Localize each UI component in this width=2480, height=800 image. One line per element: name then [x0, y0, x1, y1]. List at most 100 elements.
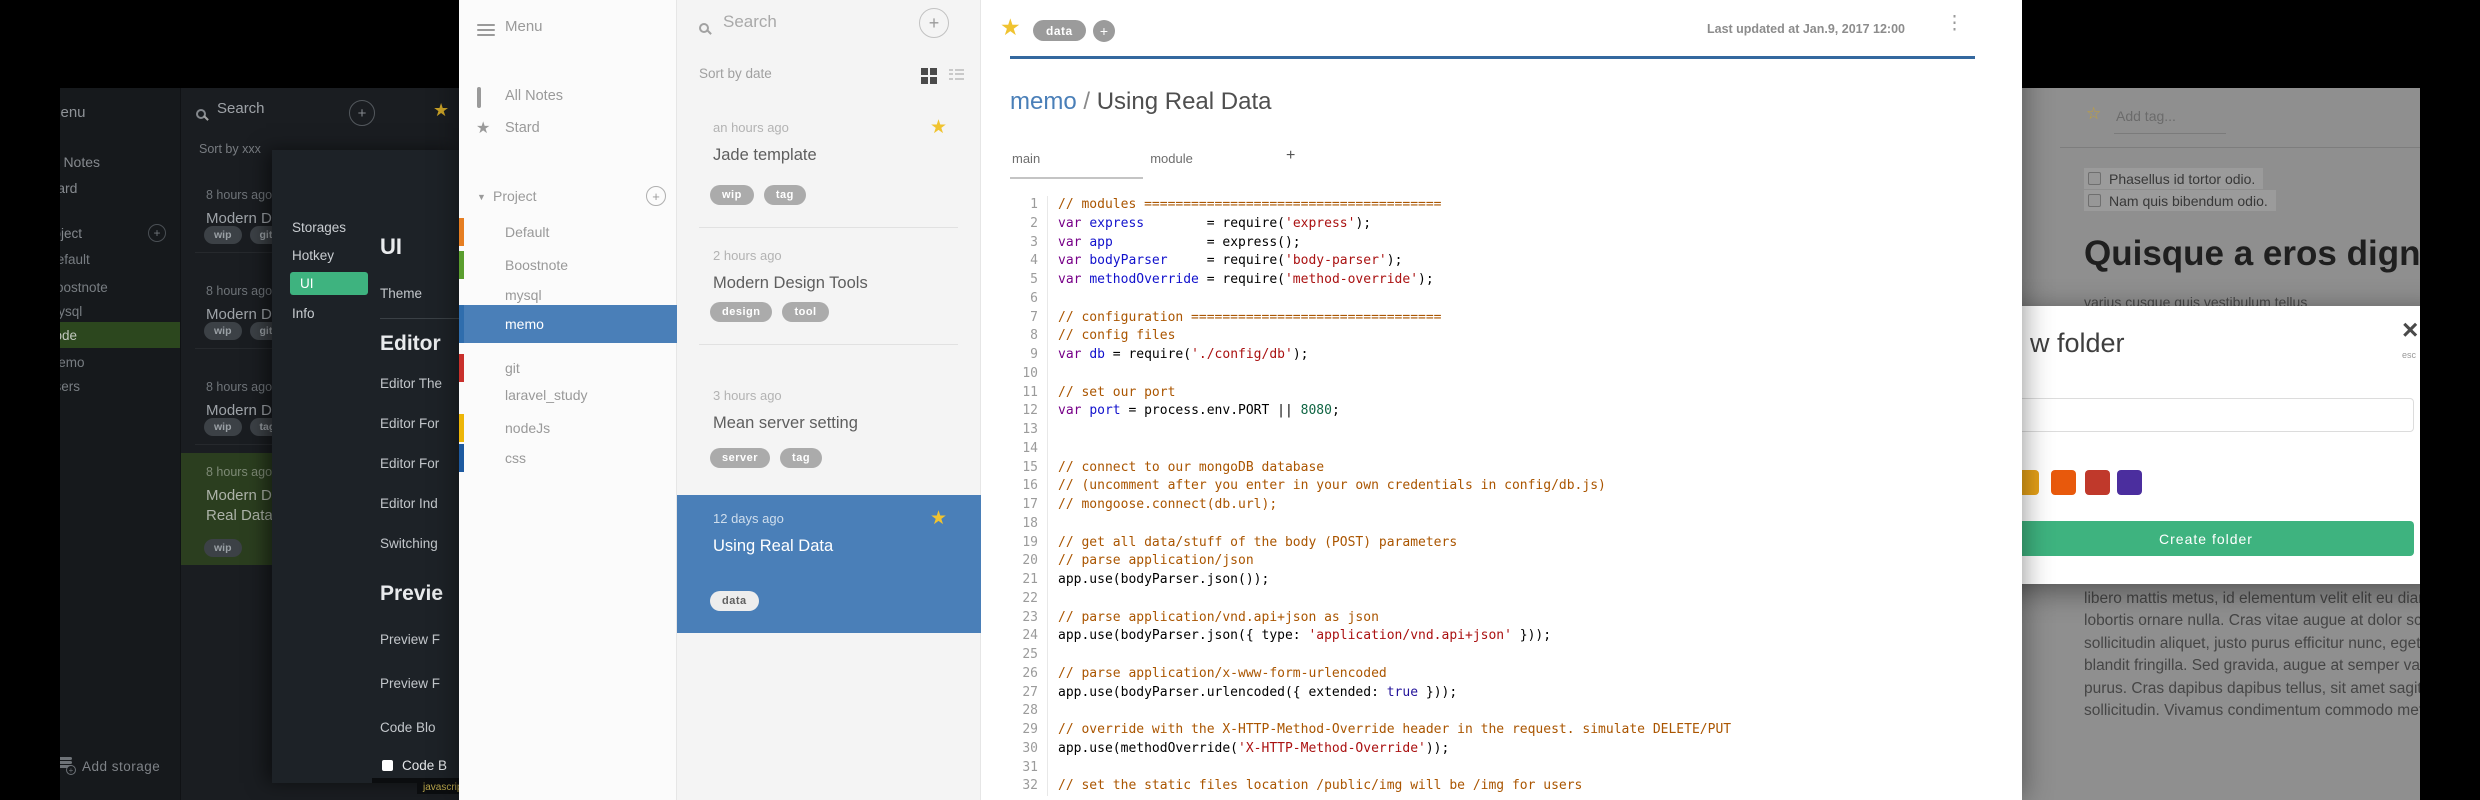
project-group-label[interactable]: Project [493, 188, 537, 204]
settings-row: Editor Ind [380, 496, 438, 511]
list-view-icon[interactable] [949, 66, 964, 82]
menu-icon[interactable] [477, 21, 495, 39]
code-token: 'express' [1285, 215, 1356, 231]
code-line: 23 // parse application/vnd.api+json as j… [1010, 608, 2000, 628]
todo-item[interactable]: Phasellus id tortor odio. [2084, 168, 2264, 189]
tag-pill[interactable]: wip [204, 226, 242, 244]
sidebar-folder-nodeJs[interactable]: nodeJs [459, 414, 677, 442]
add-note-button[interactable]: + [919, 8, 949, 38]
add-folder-button[interactable]: + [646, 186, 666, 206]
sidebar-folder-memo[interactable]: memo [459, 305, 677, 343]
create-folder-button[interactable]: Create folder [1998, 521, 2414, 556]
tag-pill[interactable]: design [710, 302, 773, 322]
tag-pill[interactable]: tag [780, 448, 823, 468]
code-token: = require( [1144, 215, 1285, 231]
add-tag-input[interactable]: Add tag... [2116, 108, 2176, 124]
add-storage-label[interactable]: Add storage [82, 759, 160, 774]
folder-color-swatch[interactable] [2117, 470, 2142, 495]
checkbox-icon[interactable] [382, 760, 393, 771]
dark-editor-star-icon[interactable]: ★ [433, 100, 449, 121]
todo-item[interactable]: Nam quis bibendum odio. [2084, 190, 2276, 211]
settings-row: Code Blo [380, 720, 436, 735]
tag-pill[interactable]: server [710, 448, 771, 468]
note-list-item[interactable]: 2 hours ago Modern Design Tools design tool [677, 232, 981, 344]
folder-label: Default [505, 224, 550, 240]
note-list-item[interactable]: 3 hours ago Mean server setting server tag [677, 372, 981, 490]
search-icon [699, 20, 709, 38]
tab-main[interactable]: main [1010, 151, 1143, 179]
folder-name-input[interactable] [1998, 398, 2414, 432]
settings-panel: Storages Hotkey UI Info UI Theme Editor Edi… [272, 150, 469, 794]
tag-pill[interactable]: wip [710, 185, 754, 205]
add-tab-button[interactable]: + [1286, 147, 1295, 165]
note-list-panel: Search + Sort by date an hours ago ★ Jade … [677, 0, 981, 800]
line-number: 6 [1010, 289, 1048, 309]
folder-color-swatch[interactable] [2051, 470, 2076, 495]
kebab-menu-icon[interactable]: ⋮ [1945, 14, 1964, 33]
note-item-star-icon[interactable]: ★ [930, 116, 947, 139]
code-text: // parse application/x-www-form-urlencod… [1048, 665, 1387, 684]
tag-pill[interactable]: tag [763, 185, 806, 205]
note-item-tags: data [710, 591, 759, 611]
note-list-item[interactable]: an hours ago ★ Jade template wip tag [677, 104, 981, 227]
code-text: // override with the X-HTTP-Method-Overr… [1048, 721, 1731, 740]
code-token: 'method-override' [1284, 272, 1419, 287]
dark-search-input[interactable]: Search [217, 100, 265, 117]
line-number: 9 [1010, 346, 1048, 365]
settings-code-checkbox[interactable]: Code B [382, 758, 447, 773]
sidebar-folder-laravel_study[interactable]: laravel_study [459, 381, 677, 409]
add-tag-button[interactable]: + [1093, 20, 1115, 42]
sidebar-item-starred[interactable]: Stard [505, 120, 540, 136]
line-number: 12 [1010, 402, 1048, 421]
dark-add-note-button[interactable]: + [349, 100, 375, 126]
grid-view-icon[interactable] [921, 68, 937, 84]
tag-pill[interactable]: wip [204, 418, 242, 436]
paragraph-line: sollicitudin aliquet, justo purus effici… [2084, 634, 2420, 652]
code-token: 'application/vnd.api+json' [1308, 628, 1512, 644]
note-tag-pill[interactable]: data [1033, 20, 1086, 41]
star-outline-icon[interactable]: ☆ [2086, 104, 2101, 124]
code-line: 15 // connect to our mongoDB database [1010, 458, 2000, 478]
note-list-item[interactable]: 12 days ago ★ Using Real Data data [677, 495, 981, 633]
dark-sort-label[interactable]: Sort by xxx [199, 142, 261, 156]
sidebar-item-all-notes[interactable]: All Notes [505, 88, 563, 104]
tag-pill[interactable]: wip [204, 539, 242, 557]
tag-pill[interactable]: tool [782, 302, 829, 322]
settings-editor-heading: Editor [380, 332, 441, 355]
folder-color-swatch[interactable] [2085, 470, 2110, 495]
tab-module[interactable]: module [1150, 151, 1193, 166]
close-icon[interactable]: × [2402, 314, 2418, 346]
sidebar-folder-Default[interactable]: Default [459, 218, 677, 246]
code-token: })); [1418, 684, 1458, 700]
dark-add-folder-button[interactable]: + [148, 224, 166, 242]
paragraph-line: libero mattis metus, id elementum velit … [2084, 590, 2420, 607]
code-token: methodOverride [1089, 272, 1199, 287]
code-token: // override with the X-HTTP-Method-Overr… [1058, 722, 1732, 737]
tag-pill[interactable]: wip [204, 322, 242, 340]
tag-pill[interactable]: data [710, 591, 759, 611]
code-token: app.use(bodyParser.urlencoded({ extended… [1058, 684, 1387, 700]
settings-nav-Info[interactable]: Info [292, 306, 315, 321]
settings-nav-Storages[interactable]: Storages [292, 220, 346, 235]
note-star-icon[interactable]: ★ [1000, 14, 1021, 41]
breadcrumb-folder[interactable]: memo [1010, 88, 1077, 115]
menu-label[interactable]: Menu [505, 18, 543, 35]
code-line: 18 [1010, 514, 2000, 534]
note-item-title: Mean server setting [713, 414, 858, 432]
folder-label: git [505, 360, 520, 376]
checkbox-icon[interactable] [2088, 172, 2101, 185]
settings-nav-UI[interactable]: UI [290, 272, 368, 295]
checkbox-icon[interactable] [2088, 194, 2101, 207]
sidebar-folder-Boostnote[interactable]: Boostnote [459, 251, 677, 279]
settings-nav-Hotkey[interactable]: Hotkey [292, 248, 334, 263]
note-item-star-icon[interactable]: ★ [930, 507, 947, 530]
search-input[interactable]: Search [723, 12, 777, 32]
sidebar-folder-css[interactable]: css [459, 444, 677, 472]
sidebar-folder-git[interactable]: git [459, 354, 677, 382]
line-number: 32 [1010, 777, 1048, 796]
paragraph-line: blandit fringilla. Sed gravida, augue at… [2084, 657, 2420, 675]
project-caret-icon[interactable]: ▼ [477, 192, 486, 202]
code-editor[interactable]: 1 // modules ============================… [1010, 196, 2000, 796]
sort-by-dropdown[interactable]: Sort by date [699, 66, 772, 81]
